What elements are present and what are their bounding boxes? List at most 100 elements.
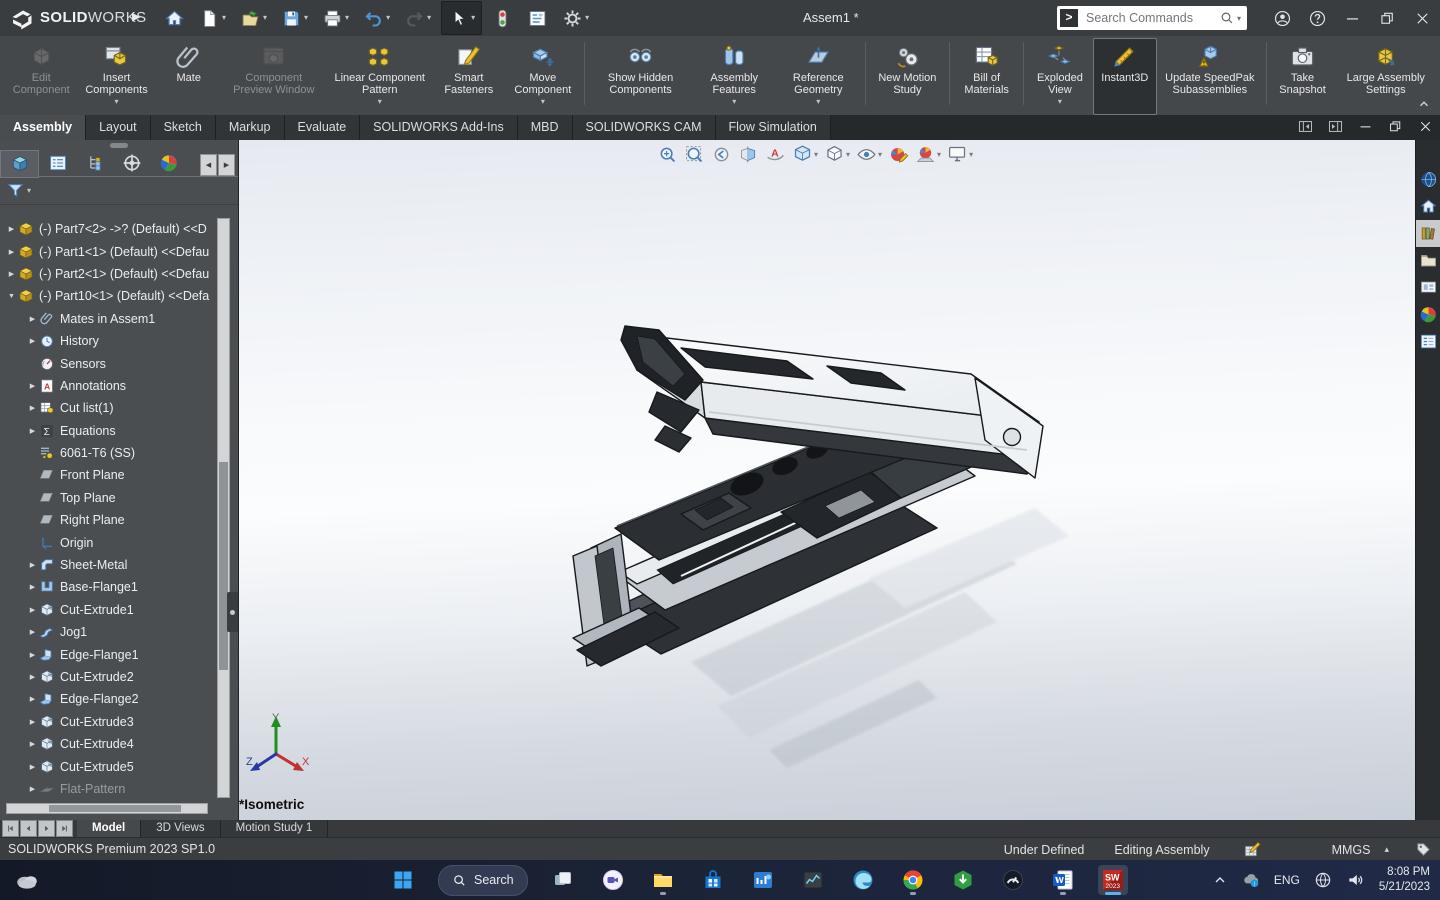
weather-icon[interactable] xyxy=(14,867,40,893)
exploded-view-button[interactable]: Exploded View▾ xyxy=(1027,38,1093,115)
tree-item-edge-flange1[interactable]: ▶Edge-Flange1 xyxy=(0,643,219,665)
zoom-to-area-button[interactable] xyxy=(681,143,708,166)
tree-item-part1-1-default-defau[interactable]: ▶(-) Part1<1> (Default) <<Defau xyxy=(0,240,219,262)
tab-solidworks-cam[interactable]: SOLIDWORKS CAM xyxy=(573,115,716,140)
restore-button[interactable] xyxy=(1370,0,1405,36)
tree-item-cut-extrude1[interactable]: ▶Cut-Extrude1 xyxy=(0,599,219,621)
menu-expand-icon[interactable]: ▶ xyxy=(132,10,140,23)
tree-item-sensors[interactable]: Sensors xyxy=(0,352,219,374)
graphics-area[interactable]: A▾▾▾▾▾ Y X Z *Isometric xyxy=(229,140,1415,820)
store-button[interactable] xyxy=(698,865,728,895)
expand-arrow-icon[interactable]: ▶ xyxy=(26,382,39,390)
tree-item-flat-pattern[interactable]: ▶Flat-Pattern xyxy=(0,778,219,800)
last-tab-button[interactable] xyxy=(56,820,73,837)
minimize-button[interactable] xyxy=(1335,0,1370,36)
tree-item-part2-1-default-defau[interactable]: ▶(-) Part2<1> (Default) <<Defau xyxy=(0,263,219,285)
next-tab-button[interactable] xyxy=(38,820,55,837)
tree-item-origin[interactable]: Origin xyxy=(0,531,219,553)
tree-item-jog1[interactable]: ▶Jog1 xyxy=(0,621,219,643)
expand-arrow-icon[interactable]: ▶ xyxy=(26,763,39,771)
expand-arrow-icon[interactable]: ▶ xyxy=(26,337,39,345)
tab-sketch[interactable]: Sketch xyxy=(151,115,216,140)
tree-filter[interactable]: ▾ xyxy=(0,176,238,205)
linear-component-pattern-button[interactable]: Linear Component Pattern▾ xyxy=(327,38,433,115)
panel-splitter[interactable] xyxy=(227,592,238,632)
tree-item-6061-t6-ss[interactable]: 6061-T6 (SS) xyxy=(0,442,219,464)
component-preview-window-button[interactable]: Component Preview Window xyxy=(221,38,327,115)
expand-arrow-icon[interactable]: ▶ xyxy=(5,225,18,233)
home-tab[interactable] xyxy=(1416,193,1440,220)
tree-item-cut-extrude3[interactable]: ▶Cut-Extrude3 xyxy=(0,711,219,733)
filter-dropdown-icon[interactable]: ▾ xyxy=(27,187,31,195)
expand-arrow-icon[interactable]: ▶ xyxy=(5,270,18,278)
chrome-button[interactable] xyxy=(898,865,928,895)
tree-item-history[interactable]: ▶History xyxy=(0,330,219,352)
tree-item-front-plane[interactable]: Front Plane xyxy=(0,464,219,486)
tree-item-cut-extrude2[interactable]: ▶Cut-Extrude2 xyxy=(0,666,219,688)
chat-button[interactable] xyxy=(598,865,628,895)
tree-item-part10-1-default-defa[interactable]: ▼(-) Part10<1> (Default) <<Defa xyxy=(0,285,219,307)
expand-arrow-icon[interactable]: ▼ xyxy=(5,293,18,300)
tree-item-mates-in-assem1[interactable]: ▶Mates in Assem1 xyxy=(0,308,219,330)
search-icon[interactable] xyxy=(1219,10,1235,26)
view-orientation-button[interactable]: ▾ xyxy=(789,143,821,166)
edit-appearance-button[interactable] xyxy=(885,143,912,166)
next-pane-button[interactable] xyxy=(1327,118,1344,138)
volume-icon[interactable] xyxy=(1346,870,1366,890)
tab-assembly[interactable]: Assembly xyxy=(0,115,86,140)
tab-3d-views[interactable]: 3D Views xyxy=(141,820,220,837)
language-indicator[interactable]: ENG xyxy=(1274,873,1300,887)
annotation-views-button[interactable]: A xyxy=(762,143,789,166)
doc-restore-button[interactable] xyxy=(1387,118,1404,138)
take-snapshot-button[interactable]: Take Snapshot xyxy=(1270,38,1336,115)
doc-minimize-button[interactable] xyxy=(1357,118,1374,138)
tab-motion-study-1[interactable]: Motion Study 1 xyxy=(221,820,329,837)
print-button[interactable]: ▾ xyxy=(318,3,353,33)
expand-arrow-icon[interactable]: ▶ xyxy=(26,673,39,681)
appearances-scenes-tab[interactable] xyxy=(1416,301,1440,328)
expand-arrow-icon[interactable]: ▶ xyxy=(26,651,39,659)
dimxpert-tab[interactable] xyxy=(113,150,150,176)
doc-close-button[interactable] xyxy=(1417,118,1434,138)
instant3d-button[interactable]: Instant3D xyxy=(1093,38,1157,115)
tag-icon[interactable] xyxy=(1415,841,1432,858)
assembly-features-button[interactable]: Assembly Features▾ xyxy=(694,38,775,115)
expand-arrow-icon[interactable]: ▶ xyxy=(26,315,39,323)
task-view-button[interactable] xyxy=(548,865,578,895)
collapse-ribbon-icon[interactable] xyxy=(1416,97,1432,111)
word-button[interactable] xyxy=(1048,865,1078,895)
expand-arrow-icon[interactable]: ▶ xyxy=(26,561,39,569)
tree-tabs-scroll-left[interactable]: ◀ xyxy=(200,154,217,176)
tree-item-equations[interactable]: ▶ΣEquations xyxy=(0,420,219,442)
speedtest-button[interactable] xyxy=(998,865,1028,895)
status-units[interactable]: MMGS xyxy=(1332,843,1371,857)
expand-arrow-icon[interactable]: ▶ xyxy=(26,404,39,412)
previous-tab-button[interactable] xyxy=(20,820,37,837)
help-button[interactable] xyxy=(1300,0,1335,36)
expand-arrow-icon[interactable]: ▶ xyxy=(5,248,18,256)
expand-arrow-icon[interactable]: ▶ xyxy=(26,628,39,636)
design-library-tab[interactable] xyxy=(1416,220,1440,247)
tab-flow-simulation[interactable]: Flow Simulation xyxy=(716,115,831,140)
stapler-3d-model[interactable] xyxy=(229,140,1415,820)
tree-item-top-plane[interactable]: Top Plane xyxy=(0,487,219,509)
panel-grip[interactable] xyxy=(110,143,128,148)
new-file-button[interactable]: ▾ xyxy=(195,3,230,33)
system-app-button[interactable] xyxy=(748,865,778,895)
solidworks-resources-tab[interactable] xyxy=(1416,166,1440,193)
onedrive-icon[interactable]: i xyxy=(1241,870,1261,890)
apply-scene-button[interactable]: ▾ xyxy=(912,143,944,166)
first-tab-button[interactable] xyxy=(2,820,19,837)
close-button[interactable] xyxy=(1405,0,1440,36)
custom-properties-tab[interactable] xyxy=(1416,328,1440,355)
expand-arrow-icon[interactable]: ▶ xyxy=(26,740,39,748)
units-dropdown-icon[interactable]: ▴ xyxy=(1384,844,1389,855)
tab-mbd[interactable]: MBD xyxy=(518,115,573,140)
edge-button[interactable] xyxy=(848,865,878,895)
tree-item-sheet-metal[interactable]: ▶Sheet-Metal xyxy=(0,554,219,576)
idm-button[interactable] xyxy=(948,865,978,895)
mate-button[interactable]: Mate xyxy=(157,38,221,115)
hide-show-items-button[interactable]: ▾ xyxy=(853,143,885,166)
undo-button[interactable]: ▾ xyxy=(359,3,394,33)
tree-item-annotations[interactable]: ▶AAnnotations xyxy=(0,375,219,397)
